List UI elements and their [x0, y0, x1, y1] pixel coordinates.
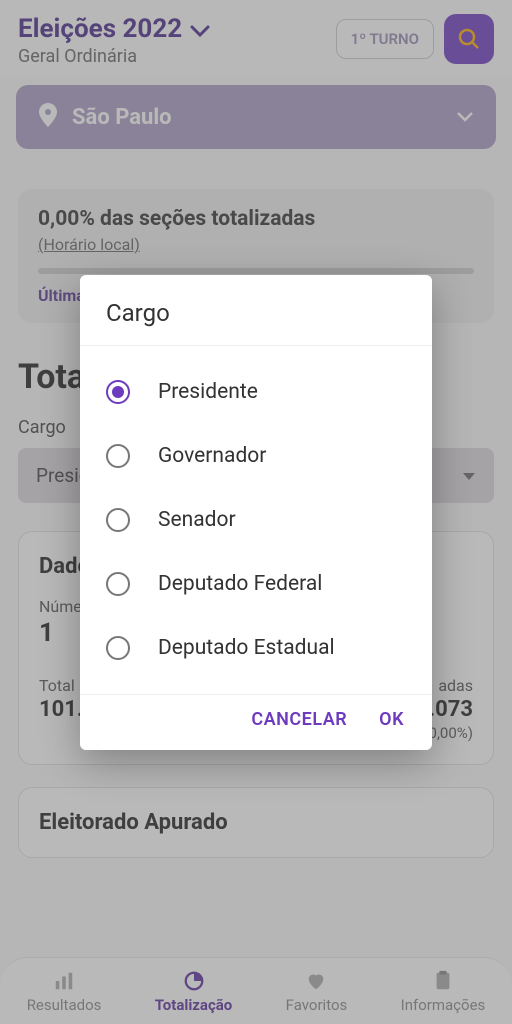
cargo-dialog: Cargo Presidente Governador Senador Depu…	[80, 275, 432, 750]
radio-option-dep-estadual[interactable]: Deputado Estadual	[106, 616, 424, 680]
radio-list: Presidente Governador Senador Deputado F…	[80, 346, 432, 694]
radio-option-senador[interactable]: Senador	[106, 488, 424, 552]
radio-icon	[106, 636, 130, 660]
radio-icon	[106, 444, 130, 468]
modal-overlay[interactable]: Cargo Presidente Governador Senador Depu…	[0, 0, 512, 1024]
radio-option-dep-federal[interactable]: Deputado Federal	[106, 552, 424, 616]
radio-option-governador[interactable]: Governador	[106, 424, 424, 488]
ok-button[interactable]: OK	[379, 709, 404, 730]
radio-icon	[106, 508, 130, 532]
dialog-title: Cargo	[80, 275, 432, 346]
cancel-button[interactable]: CANCELAR	[251, 709, 347, 730]
radio-option-presidente[interactable]: Presidente	[106, 360, 424, 424]
dialog-actions: CANCELAR OK	[80, 694, 432, 750]
radio-icon	[106, 380, 130, 404]
radio-icon	[106, 572, 130, 596]
